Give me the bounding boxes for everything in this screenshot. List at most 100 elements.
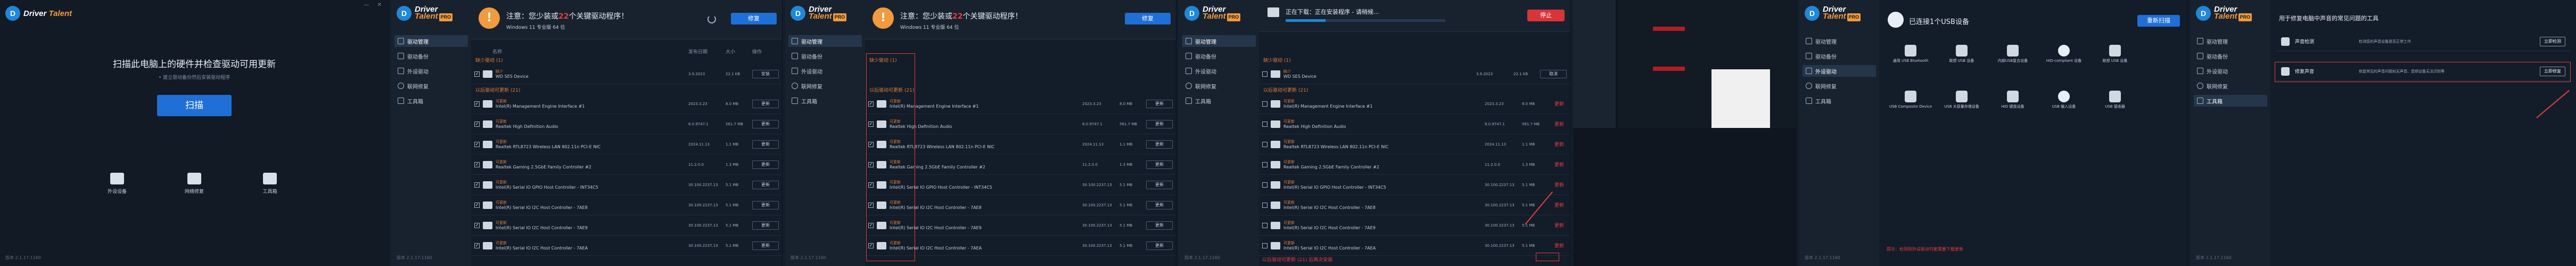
sidebar-item-drivers[interactable]: 驱动管理 [788, 35, 862, 47]
row-checkbox[interactable] [1262, 182, 1268, 188]
row-checkbox[interactable]: ✓ [474, 162, 480, 167]
sidebar-item-drivers[interactable]: 驱动管理 [1182, 35, 1256, 47]
sidebar-item-drivers[interactable]: 驱动管理 [1803, 35, 1876, 47]
repair-button[interactable]: 修复 [731, 13, 777, 25]
row-checkbox[interactable]: ✓ [474, 182, 480, 188]
update-button[interactable]: 更新 [1549, 222, 1570, 229]
table-row[interactable]: 可更新 Intel(R) Serial IO I2C Host Controlle… [1259, 195, 1570, 215]
sidebar-item-peripherals[interactable]: 外设驱动 [2194, 65, 2267, 77]
table-row[interactable]: 缺少 WD SES Device 3.9.2023 22.1 KB 取消 [1259, 64, 1570, 84]
window-controls[interactable]: — ✕ [364, 2, 385, 8]
row-checkbox[interactable] [1262, 243, 1268, 248]
update-button[interactable]: 更新 [1549, 161, 1570, 168]
update-button[interactable]: 更新 [1146, 160, 1173, 169]
update-button[interactable]: 更新 [752, 140, 779, 149]
tool-network[interactable]: 网络修复 [170, 173, 218, 195]
update-button[interactable]: 更新 [1549, 141, 1570, 148]
table-row[interactable]: ✓ 可更新 Intel(R) Serial IO I2C Host Controll… [471, 195, 782, 215]
table-row[interactable]: 可更新 Realtek High Definition Audio 6.0.9747… [1259, 114, 1570, 134]
table-row[interactable]: ✓ 可更新 Realtek High Definition Audio 6.0.974… [471, 114, 782, 134]
scan-button[interactable]: 扫描 [157, 95, 232, 116]
table-row[interactable]: ✓ 可更新 Intel(R) Serial IO I2C Host Controll… [471, 215, 782, 236]
update-button[interactable]: 更新 [752, 119, 779, 128]
sidebar-item-drivers[interactable]: 驱动管理 [2194, 35, 2267, 47]
update-button[interactable]: 更新 [1549, 100, 1570, 107]
sidebar-item-network[interactable]: 联网修复 [394, 80, 468, 92]
sidebar-item-network[interactable]: 联网修复 [1182, 80, 1256, 92]
sidebar-item-backup[interactable]: 驱动备份 [1803, 50, 1876, 62]
table-row[interactable]: ✓ 缺少 WD SES Device 3.9.2023 22.1 KB 安装 [471, 64, 782, 84]
update-button[interactable]: 更新 [1549, 201, 1570, 208]
usb-device-tile[interactable]: USB 大容量存储设备 [1939, 91, 1985, 109]
table-row[interactable]: ✓ 可更新 Intel(R) Serial IO I2C Host Controll… [471, 236, 782, 256]
table-row[interactable]: 可更新 Intel(R) Serial IO I2C Host Controlle… [1259, 236, 1570, 256]
update-button[interactable]: 更新 [752, 180, 779, 189]
sidebar-item-backup[interactable]: 驱动备份 [1182, 50, 1256, 62]
table-row[interactable]: 可更新 Intel(R) Serial IO I2C Host Controlle… [1259, 215, 1570, 236]
update-button[interactable]: 更新 [1549, 242, 1570, 249]
sidebar-item-toolbox[interactable]: 工具箱 [394, 95, 468, 107]
table-row[interactable]: 可更新 Realtek RTL8723 Wireless LAN 802.11n … [1259, 134, 1570, 155]
update-button[interactable]: 更新 [1549, 181, 1570, 188]
stop-button[interactable]: 停止 [1527, 10, 1565, 21]
table-row[interactable]: ✓ 可更新 Realtek RTL8723 Wireless LAN 802.11n… [471, 134, 782, 155]
row-checkbox[interactable] [1262, 141, 1268, 147]
usb-device-tile[interactable]: HID-compliant 设备 [2041, 45, 2087, 63]
cancel-button[interactable]: 取消 [1540, 69, 1567, 78]
update-button[interactable]: 更新 [1146, 241, 1173, 250]
row-checkbox[interactable]: ✓ [474, 222, 480, 228]
row-checkbox[interactable] [1262, 162, 1268, 167]
update-button[interactable]: 更新 [1146, 140, 1173, 149]
sidebar-item-network[interactable]: 联网修复 [1803, 80, 1876, 92]
usb-device-tile[interactable]: 内部USB复合设备 [1990, 45, 2036, 63]
row-checkbox[interactable]: ✓ [474, 71, 480, 77]
table-row[interactable]: ✓ 可更新 Realtek Gaming 2.5GbE Family Control… [471, 155, 782, 175]
row-checkbox[interactable] [1262, 222, 1268, 228]
sidebar-item-backup[interactable]: 驱动备份 [2194, 50, 2267, 62]
table-row[interactable]: 可更新 Intel(R) Management Engine Interface … [1259, 94, 1570, 114]
usb-device-tile[interactable]: USB 输入设备 [2041, 91, 2087, 109]
tool-devices[interactable]: 外设设备 [93, 173, 141, 195]
sidebar-item-toolbox[interactable]: 工具箱 [2194, 95, 2267, 107]
repair-button[interactable]: 修复 [1125, 13, 1171, 25]
table-row[interactable]: ✓ 可更新 Intel(R) Serial IO GPIO Host Control… [471, 175, 782, 195]
sidebar-item-backup[interactable]: 驱动备份 [394, 50, 468, 62]
sidebar-item-toolbox[interactable]: 工具箱 [788, 95, 862, 107]
row-checkbox[interactable] [1262, 202, 1268, 208]
update-button[interactable]: 更新 [752, 160, 779, 169]
sidebar-item-peripherals[interactable]: 外设驱动 [1803, 65, 1876, 77]
sidebar-item-drivers[interactable]: 驱动管理 [394, 35, 468, 47]
usb-device-tile[interactable]: USB 接收器 [2092, 91, 2138, 109]
row-checkbox[interactable] [1262, 71, 1268, 77]
sidebar-item-peripherals[interactable]: 外设驱动 [788, 65, 862, 77]
row-checkbox[interactable] [1262, 121, 1268, 127]
detect-button[interactable]: 立即检测 [2540, 36, 2565, 46]
tool-toolbox[interactable]: 工具箱 [246, 173, 294, 195]
row-checkbox[interactable]: ✓ [474, 141, 480, 147]
usb-device-tile[interactable]: HID 键盘设备 [1990, 91, 2036, 109]
sidebar-item-network[interactable]: 联网修复 [788, 80, 862, 92]
update-button[interactable]: 更新 [1146, 221, 1173, 230]
update-button[interactable]: 更新 [1146, 99, 1173, 108]
install-button[interactable]: 安装 [752, 69, 779, 78]
rescan-button[interactable]: 重新扫描 [2137, 15, 2180, 27]
sidebar-item-network[interactable]: 联网修复 [2194, 80, 2267, 92]
usb-device-tile[interactable]: 联想 USB 设备 [1939, 45, 1985, 63]
update-button[interactable]: 更新 [752, 200, 779, 209]
update-button[interactable]: 更新 [752, 241, 779, 250]
update-button[interactable]: 更新 [1146, 119, 1173, 128]
update-button[interactable]: 更新 [1549, 120, 1570, 127]
usb-device-tile[interactable]: 联想 USB 设备 [2092, 45, 2138, 63]
sidebar-item-peripherals[interactable]: 外设驱动 [1182, 65, 1256, 77]
table-row[interactable]: ✓ 可更新 Intel(R) Management Engine Interface… [471, 94, 782, 114]
update-button[interactable]: 更新 [752, 99, 779, 108]
table-row[interactable]: 可更新 Realtek Gaming 2.5GbE Family Controll… [1259, 155, 1570, 175]
row-checkbox[interactable]: ✓ [474, 101, 480, 107]
update-button[interactable]: 更新 [752, 221, 779, 230]
row-checkbox[interactable]: ✓ [474, 243, 480, 248]
row-checkbox[interactable]: ✓ [474, 121, 480, 127]
table-row[interactable]: 可更新 Intel(R) Serial IO GPIO Host Controll… [1259, 175, 1570, 195]
update-button[interactable]: 更新 [1146, 200, 1173, 209]
sidebar-item-peripherals[interactable]: 外设驱动 [394, 65, 468, 77]
usb-device-tile[interactable]: USB Composite Device [1888, 91, 1933, 109]
